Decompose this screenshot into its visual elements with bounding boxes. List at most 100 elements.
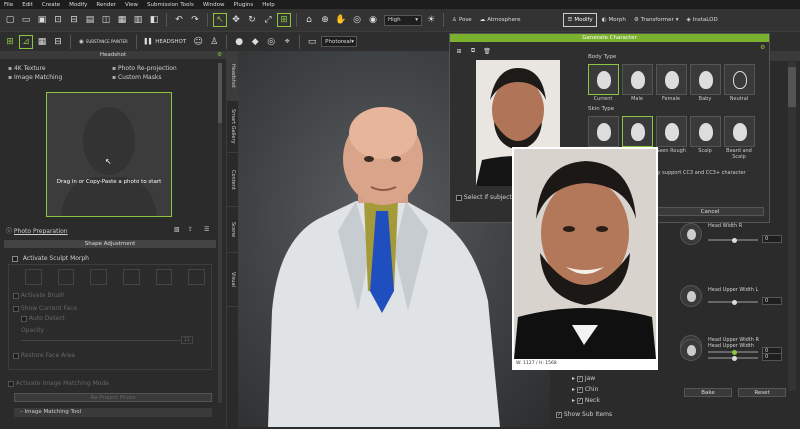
grid-icon[interactable]: ⊟ bbox=[51, 35, 65, 49]
pose-button[interactable]: ♙ Pose bbox=[449, 17, 475, 23]
menu-help[interactable]: Help bbox=[262, 2, 275, 8]
skin-type-beard-scalp[interactable] bbox=[724, 116, 755, 147]
slider-value[interactable]: 0 bbox=[762, 353, 782, 361]
export-icon[interactable]: ⇪ bbox=[188, 226, 193, 233]
head-width-r-slider[interactable] bbox=[708, 237, 758, 243]
activate-sculpt-row[interactable]: Activate Sculpt Morph bbox=[12, 255, 89, 262]
render-mode-dropdown[interactable]: Photoreal ▾ bbox=[321, 36, 358, 47]
instalod-button[interactable]: ◈ InstaLOD bbox=[684, 17, 721, 23]
headshot-button[interactable]: ▌▌ HEADSHOT bbox=[142, 39, 189, 45]
chin-checkbox[interactable]: ✓ bbox=[576, 386, 583, 393]
cancel-button[interactable]: Cancel bbox=[656, 207, 764, 216]
menu-modify[interactable]: Modify bbox=[69, 2, 87, 8]
body-type-neutral[interactable] bbox=[724, 64, 755, 95]
sculpt-checkbox[interactable] bbox=[12, 255, 18, 262]
option-image-matching[interactable]: ▪ Image Matching bbox=[8, 74, 62, 81]
camera-icon[interactable]: ◉ bbox=[366, 13, 380, 27]
settings-icon[interactable]: ▥ bbox=[131, 13, 145, 27]
monitor-icon[interactable]: ▭ bbox=[305, 35, 319, 49]
panel-settings-icon[interactable]: ⚙ bbox=[217, 52, 222, 58]
jaw-checkbox[interactable]: ✓ bbox=[576, 375, 583, 382]
menu-render[interactable]: Render bbox=[96, 2, 116, 8]
cube-icon[interactable]: ◆ bbox=[248, 35, 262, 49]
menu-window[interactable]: Window bbox=[203, 2, 225, 8]
option-4k-texture[interactable]: ▪ 4K Texture bbox=[8, 65, 46, 72]
reset-button[interactable]: Reset bbox=[738, 388, 786, 397]
menu-submission-tools[interactable]: Submission Tools bbox=[147, 2, 194, 8]
tree-item-neck[interactable]: ▸ ✓ Neck bbox=[572, 397, 600, 404]
redo-icon[interactable]: ↷ bbox=[188, 13, 202, 27]
atmosphere-button[interactable]: ☁ Atmosphere bbox=[477, 17, 524, 23]
modify-scrollbar[interactable] bbox=[788, 61, 796, 391]
bake-button[interactable]: Bake bbox=[684, 388, 732, 397]
delete-icon[interactable]: 🗑 bbox=[482, 46, 492, 56]
slider-knob[interactable] bbox=[732, 299, 737, 305]
slider-knob[interactable] bbox=[732, 355, 737, 361]
photo-drop-zone[interactable]: ↖ Drag in or Copy-Paste a photo to start bbox=[46, 92, 172, 217]
morph-button[interactable]: ◐ Morph bbox=[599, 17, 629, 23]
quality-dropdown[interactable]: High ▾ bbox=[384, 14, 422, 26]
body-type-baby[interactable] bbox=[690, 64, 721, 95]
menu-create[interactable]: Create bbox=[42, 2, 60, 8]
scale-tool-icon[interactable]: ⤢ bbox=[261, 13, 275, 27]
sphere-icon[interactable]: ● bbox=[232, 35, 246, 49]
export-icon[interactable]: ⊟ bbox=[67, 13, 81, 27]
shape-adjustment-header[interactable]: Shape Adjustment bbox=[4, 240, 216, 248]
home-view-icon[interactable]: ⌂ bbox=[302, 13, 316, 27]
body-type-current[interactable] bbox=[588, 64, 619, 95]
show-sub-checkbox[interactable]: ✓ bbox=[556, 411, 562, 418]
save-icon[interactable]: ▣ bbox=[35, 13, 49, 27]
copy-icon[interactable]: ⧉ bbox=[468, 46, 478, 56]
subject-checkbox[interactable] bbox=[456, 194, 462, 201]
head-upper-width-slider[interactable] bbox=[708, 355, 758, 361]
menu-edit[interactable]: Edit bbox=[22, 2, 33, 8]
body-type-female[interactable] bbox=[656, 64, 687, 95]
option-custom-masks[interactable]: ▪ Custom Masks bbox=[112, 74, 161, 81]
move-tool-icon[interactable]: ✥ bbox=[229, 13, 243, 27]
skin-type-2[interactable] bbox=[622, 116, 653, 147]
modify-button[interactable]: ☰ Modify bbox=[563, 13, 597, 27]
open-folder-icon[interactable]: ▭ bbox=[19, 13, 33, 27]
gizmo-icon[interactable]: ⌖ bbox=[280, 35, 294, 49]
skin-type-1[interactable] bbox=[588, 116, 619, 147]
face-icon[interactable]: ☺ bbox=[191, 35, 205, 49]
menu-view[interactable]: View bbox=[125, 2, 138, 8]
slider-value[interactable]: 0 bbox=[762, 235, 782, 243]
sliders-icon[interactable]: ☰ bbox=[204, 226, 209, 233]
add-icon[interactable]: ⊞ bbox=[3, 35, 17, 49]
pan-icon[interactable]: ✋ bbox=[334, 13, 348, 27]
render-icon[interactable]: ▤ bbox=[83, 13, 97, 27]
undo-icon[interactable]: ↶ bbox=[172, 13, 186, 27]
image-icon[interactable]: ▨ bbox=[174, 226, 180, 233]
orbit-icon[interactable]: ◎ bbox=[350, 13, 364, 27]
plugin-icon[interactable]: ◧ bbox=[147, 13, 161, 27]
menu-file[interactable]: File bbox=[4, 2, 13, 8]
rotate-tool-icon[interactable]: ↻ bbox=[245, 13, 259, 27]
body-icon[interactable]: ♙ bbox=[207, 35, 221, 49]
neck-checkbox[interactable]: ✓ bbox=[576, 397, 583, 404]
zoom-icon[interactable]: ⊕ bbox=[318, 13, 332, 27]
slider-value[interactable]: 0 bbox=[762, 297, 782, 305]
skin-type-3[interactable] bbox=[656, 116, 687, 147]
snap-icon[interactable]: ⊞ bbox=[277, 13, 291, 27]
body-type-male[interactable] bbox=[622, 64, 653, 95]
option-photo-reprojection[interactable]: ▪ Photo Re-projection bbox=[112, 65, 177, 72]
menu-plugins[interactable]: Plugins bbox=[234, 2, 254, 8]
import-icon[interactable]: ⊡ bbox=[51, 13, 65, 27]
target-icon[interactable]: ◎ bbox=[264, 35, 278, 49]
transformer-button[interactable]: ⚙ Transformer ▾ bbox=[631, 17, 682, 23]
tree-item-chin[interactable]: ▸ ✓ Chin bbox=[572, 386, 598, 393]
new-file-icon[interactable]: ▢ bbox=[3, 13, 17, 27]
screenshot-icon[interactable]: ◫ bbox=[99, 13, 113, 27]
slider-knob[interactable] bbox=[732, 237, 737, 243]
dialog-settings-icon[interactable]: ⚙ bbox=[760, 44, 765, 51]
tree-item-jaw[interactable]: ▸ ✓ Jaw bbox=[572, 375, 595, 382]
substance-painter-button[interactable]: ◉ SUBSTANCE PAINTER bbox=[76, 39, 131, 45]
show-sub-items-row[interactable]: ✓ Show Sub Items bbox=[556, 411, 612, 418]
import-photo-icon[interactable]: ⊞ bbox=[454, 46, 464, 56]
light-icon[interactable]: ☀ bbox=[424, 13, 438, 27]
chart-icon[interactable]: ⊿ bbox=[19, 34, 33, 49]
photo-preparation-link[interactable]: Photo Preparation bbox=[14, 228, 68, 235]
image-matching-tool-header[interactable]: – Image Matching Tool bbox=[14, 408, 212, 417]
layout-icon[interactable]: ▦ bbox=[35, 35, 49, 49]
